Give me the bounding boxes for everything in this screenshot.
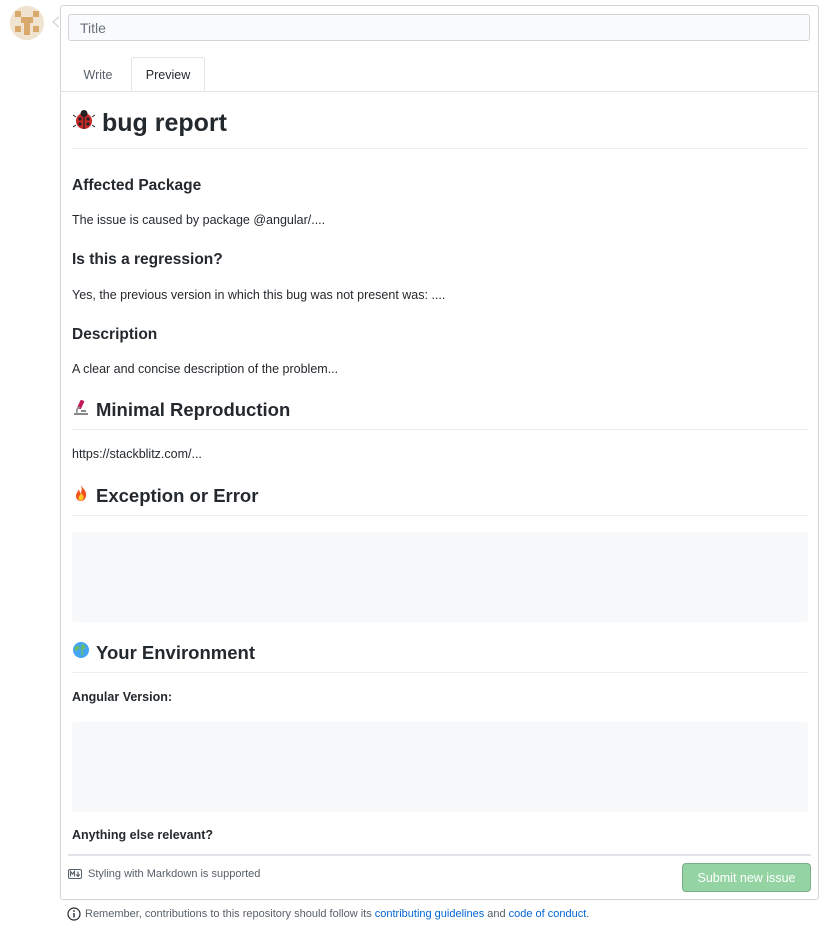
notice-suffix: . (586, 908, 590, 920)
regression-heading: Is this a regression? (72, 251, 223, 268)
avatar[interactable] (10, 6, 44, 40)
comment-caret (52, 16, 60, 28)
info-icon (67, 907, 81, 921)
globe-icon (72, 640, 90, 666)
tab-write[interactable]: Write (68, 57, 128, 92)
environment-text: Your Environment (96, 642, 255, 663)
preview-h1: bug report (72, 106, 808, 149)
tab-preview[interactable]: Preview (131, 57, 205, 92)
anything-else-label: Anything else relevant? (72, 828, 214, 842)
markdown-icon (68, 869, 82, 879)
contributing-guidelines-link[interactable]: contributing guidelines (375, 908, 484, 920)
angular-version-label: Angular Version: (72, 690, 173, 704)
description-text: A clear and concise description of the p… (72, 362, 339, 376)
markdown-hint-text: Styling with Markdown is supported (88, 868, 261, 880)
minimal-reproduction-text: Minimal Reproduction (96, 399, 291, 420)
submit-new-issue-button[interactable]: Submit new issue (682, 863, 811, 892)
ladybug-icon (72, 106, 96, 140)
tabs-divider (61, 91, 818, 92)
angular-version-code-block (72, 722, 808, 812)
description-heading: Description (72, 326, 158, 343)
minimal-reproduction-heading: Minimal Reproduction (72, 397, 808, 430)
markdown-hint[interactable]: Styling with Markdown is supported (68, 868, 260, 880)
regression-text: Yes, the previous version in which this … (72, 288, 446, 302)
notice-prefix: Remember, contributions to this reposito… (85, 908, 372, 920)
stackblitz-link-text: https://stackblitz.com/... (72, 447, 202, 461)
affected-package-heading: Affected Package (72, 177, 202, 194)
exception-code-block (72, 532, 808, 622)
code-of-conduct-link[interactable]: code of conduct (509, 908, 587, 920)
footer-divider (68, 854, 811, 856)
preview-h1-text: bug report (102, 109, 227, 137)
microscope-icon (72, 397, 90, 423)
notice-middle: and (487, 908, 506, 920)
exception-heading: Exception or Error (72, 483, 808, 516)
affected-package-text: The issue is caused by package @angular/… (72, 213, 326, 227)
environment-heading: Your Environment (72, 640, 808, 673)
fire-icon (72, 483, 90, 509)
exception-text: Exception or Error (96, 485, 259, 506)
title-input[interactable] (68, 14, 810, 41)
new-issue-form: Write Preview bug report (60, 5, 819, 900)
contribution-notice: Remember, contributions to this reposito… (67, 907, 589, 921)
